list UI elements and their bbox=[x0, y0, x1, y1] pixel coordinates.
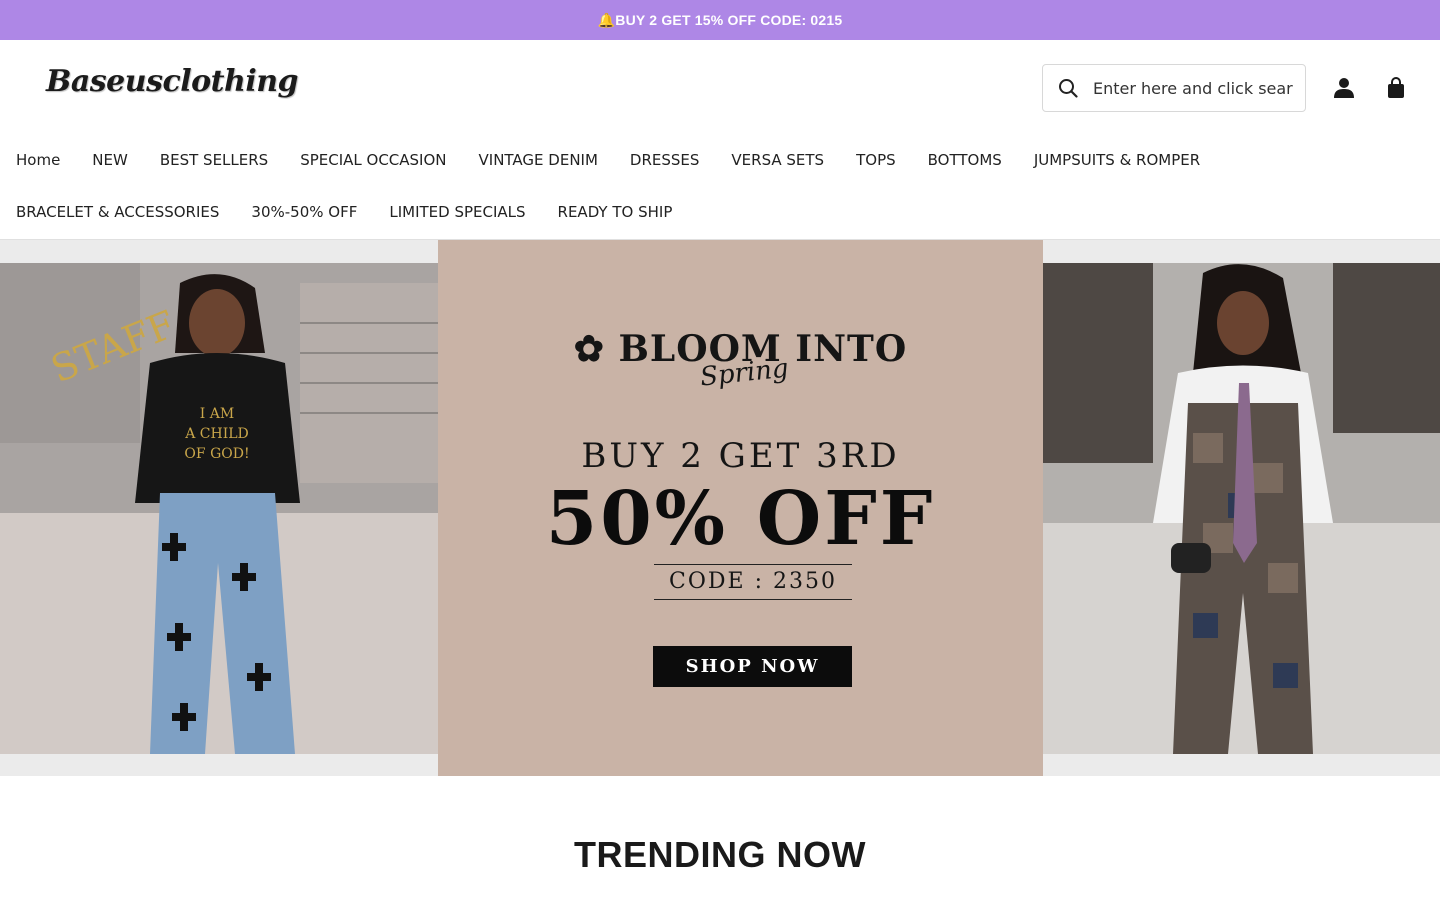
main-nav: Home NEW BEST SELLERS SPECIAL OCCASION V… bbox=[0, 134, 1440, 238]
trending-now-title: TRENDING NOW bbox=[574, 834, 866, 875]
sweatshirt-text-3: OF GOD! bbox=[184, 446, 249, 462]
announcement-bar: 🔔BUY 2 GET 15% OFF CODE: 0215 bbox=[0, 0, 1440, 40]
nav-row-2: BRACELET & ACCESSORIES 30%-50% OFF LIMIT… bbox=[0, 186, 1440, 238]
nav-item-vintage-denim[interactable]: VINTAGE DENIM bbox=[479, 151, 598, 169]
hero-left-model-image: STAFF I AM A CHILD OF GOD! bbox=[0, 263, 438, 754]
nav-item-ready-to-ship[interactable]: READY TO SHIP bbox=[558, 203, 673, 221]
sweatshirt-text-1: I AM bbox=[200, 406, 234, 422]
announcement-text: 🔔BUY 2 GET 15% OFF CODE: 0215 bbox=[597, 11, 843, 28]
nav-item-bottoms[interactable]: BOTTOMS bbox=[928, 151, 1002, 169]
hero-right-model-image bbox=[1043, 263, 1440, 754]
nav-item-tops[interactable]: TOPS bbox=[856, 151, 896, 169]
search-input[interactable] bbox=[1093, 78, 1293, 98]
promo-offer-line2: 50% OFF bbox=[545, 476, 936, 562]
nav-item-limited-specials[interactable]: LIMITED SPECIALS bbox=[389, 203, 525, 221]
nav-item-dresses[interactable]: DRESSES bbox=[630, 151, 700, 169]
nav-item-home[interactable]: Home bbox=[16, 151, 60, 169]
hero-banner[interactable]: STAFF I AM A CHILD OF GOD! ✿ BLOOM INTO … bbox=[0, 239, 1440, 776]
nav-item-bracelet-accessories[interactable]: BRACELET & ACCESSORIES bbox=[16, 203, 219, 221]
shop-now-button[interactable]: SHOP NOW bbox=[653, 646, 852, 687]
nav-item-versa-sets[interactable]: VERSA SETS bbox=[731, 151, 824, 169]
promo-offer-line1: BUY 2 GET 3RD bbox=[581, 436, 900, 476]
nav-item-special-occasion[interactable]: SPECIAL OCCASION bbox=[300, 151, 446, 169]
promo-code: CODE : 2350 bbox=[654, 564, 852, 600]
account-icon[interactable] bbox=[1332, 76, 1356, 100]
nav-row-1: Home NEW BEST SELLERS SPECIAL OCCASION V… bbox=[0, 134, 1440, 186]
nav-item-jumpsuits-romper[interactable]: JUMPSUITS & ROMPER bbox=[1034, 151, 1200, 169]
site-logo[interactable]: Baseusclothing bbox=[46, 64, 299, 99]
search-box[interactable] bbox=[1042, 64, 1306, 112]
search-icon[interactable] bbox=[1043, 65, 1093, 111]
nav-item-new[interactable]: NEW bbox=[92, 151, 128, 169]
hero-promo-panel[interactable]: ✿ BLOOM INTO Spring BUY 2 GET 3RD 50% OF… bbox=[438, 240, 1043, 776]
nav-item-best-sellers[interactable]: BEST SELLERS bbox=[160, 151, 268, 169]
nav-item-30-50-off[interactable]: 30%-50% OFF bbox=[251, 203, 357, 221]
cart-bag-icon[interactable] bbox=[1384, 76, 1408, 100]
sweatshirt-text-2: A CHILD bbox=[184, 426, 249, 442]
